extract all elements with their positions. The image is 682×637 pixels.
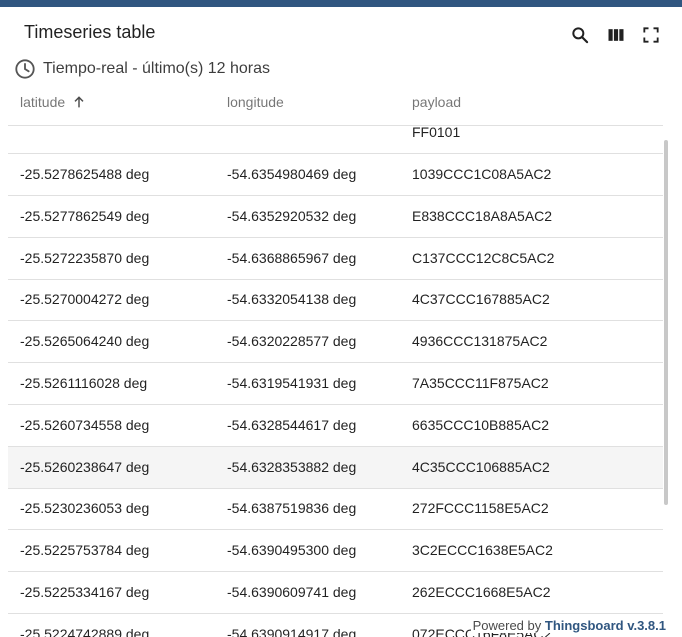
table-row[interactable]: -25.5260734558 deg -54.6328544617 deg 6635… [8, 405, 663, 447]
column-header-longitude[interactable]: longitude [227, 94, 284, 110]
cell-payload: 4C35CCC106885AC2 [412, 458, 550, 475]
view-column-icon [608, 29, 624, 41]
columns-button[interactable] [605, 24, 627, 46]
cell-longitude: -54.6368865967 deg [227, 249, 357, 266]
cell-latitude: -25.5272235870 deg [20, 249, 150, 266]
cell-latitude: -25.5225753784 deg [20, 542, 150, 559]
cell-latitude: -25.5225334167 deg [20, 584, 150, 600]
timewindow-label: Tiempo-real - último(s) 12 horas [43, 60, 271, 77]
cell-latitude: -25.5261116028 deg [20, 375, 148, 391]
column-header-label: longitude [227, 94, 284, 110]
search-button[interactable] [569, 24, 591, 46]
cell-payload: FF0101 [412, 126, 461, 140]
fullscreen-button[interactable] [640, 24, 662, 46]
cell-payload: 1039CCC1C08A5AC2 [412, 166, 552, 182]
column-header-label: latitude [20, 94, 66, 110]
cell-longitude: -54.6390609741 deg [227, 584, 357, 600]
cell-payload: 6635CCC10B885AC2 [412, 416, 549, 433]
cell-latitude: -25.5230236053 deg [20, 500, 150, 517]
clock-icon [15, 59, 35, 79]
table-row[interactable]: -25.5225753784 deg -54.6390495300 deg 3C2E… [8, 530, 663, 573]
timewindow-selector[interactable]: Tiempo-real - último(s) 12 horas [14, 58, 270, 80]
thingsboard-link[interactable]: Thingsboard v.3.8.1 [545, 618, 666, 633]
table-row[interactable]: -25.5270004272 deg -54.6332054138 deg 4C37… [8, 279, 663, 322]
cell-longitude: -54.6352920532 deg [227, 207, 357, 224]
cell-longitude: -54.6390914917 deg [227, 625, 357, 637]
cell-latitude: -25.5260238647 deg [20, 458, 150, 475]
widget-top-bar [0, 0, 682, 7]
cell-payload: 4C37CCC167885AC2 [412, 291, 550, 308]
vertical-scrollbar[interactable] [664, 140, 668, 505]
table-row[interactable]: -25.5230236053 deg -54.6387519836 deg 272F… [8, 488, 663, 531]
cell-latitude: -25.5265064240 deg [20, 333, 150, 350]
cell-payload: 272FCCC1158E5AC2 [412, 500, 549, 517]
cell-payload: 4936CCC131875AC2 [412, 333, 548, 350]
cell-payload: 262ECCC1668E5AC2 [412, 584, 551, 600]
table-row[interactable]: -25.5260238647 deg -54.6328353882 deg 4C35… [8, 446, 663, 489]
powered-by-label: Powered by [472, 618, 542, 633]
column-header-latitude[interactable]: latitude [20, 94, 87, 110]
table-row[interactable]: -25.5272235870 deg -54.6368865967 deg C137… [8, 238, 663, 280]
cell-latitude: -25.5277862549 deg [20, 207, 150, 224]
cell-payload: C137CCC12C8C5AC2 [412, 249, 555, 266]
cell-longitude: -54.6328544617 deg [227, 416, 357, 433]
cell-payload: E838CCC18A8A5AC2 [412, 207, 553, 224]
table-body: FF0101 -25.5278625488 deg -54.6354980469 … [8, 126, 663, 637]
table-row[interactable]: -25.5278625488 deg -54.6354980469 deg 1039… [8, 154, 663, 196]
column-header-label: payload [412, 94, 462, 110]
cell-payload: 3C2ECCC1638E5AC2 [412, 542, 553, 559]
cell-longitude: -54.6332054138 deg [227, 291, 357, 308]
cell-latitude: -25.5260734558 deg [20, 416, 150, 433]
widget-title: Timeseries table [24, 22, 156, 42]
cell-latitude: -25.5224742889 deg [20, 625, 150, 637]
cell-latitude: -25.5278625488 deg [20, 166, 150, 182]
cell-longitude: -54.6319541931 deg [227, 375, 357, 391]
fullscreen-icon [643, 27, 659, 43]
powered-by-footer: Powered by Thingsboard v.3.8.1 [470, 618, 666, 633]
table-row[interactable]: -25.5225334167 deg -54.6390609741 deg 262E… [8, 572, 663, 614]
column-header-payload[interactable]: payload [412, 94, 461, 110]
cell-longitude: -54.6328353882 deg [227, 458, 357, 475]
sort-arrow-up-icon [74, 96, 84, 108]
cell-longitude: -54.6354980469 deg [227, 166, 357, 182]
table-row-partial[interactable]: FF0101 [8, 126, 663, 154]
search-icon [572, 27, 589, 44]
cell-longitude: -54.6390495300 deg [227, 542, 357, 559]
table-header-row: latitude longitude payload [8, 88, 663, 126]
cell-payload: 7A35CCC11F875AC2 [412, 375, 549, 391]
cell-longitude: -54.6387519836 deg [227, 500, 357, 517]
cell-longitude: -54.6320228577 deg [227, 333, 357, 350]
table-row[interactable]: -25.5261116028 deg -54.6319541931 deg 7A35… [8, 363, 663, 405]
table-row[interactable]: -25.5277862549 deg -54.6352920532 deg E838… [8, 196, 663, 238]
cell-latitude: -25.5270004272 deg [20, 291, 150, 308]
table-row[interactable]: -25.5265064240 deg -54.6320228577 deg 4936… [8, 321, 663, 364]
